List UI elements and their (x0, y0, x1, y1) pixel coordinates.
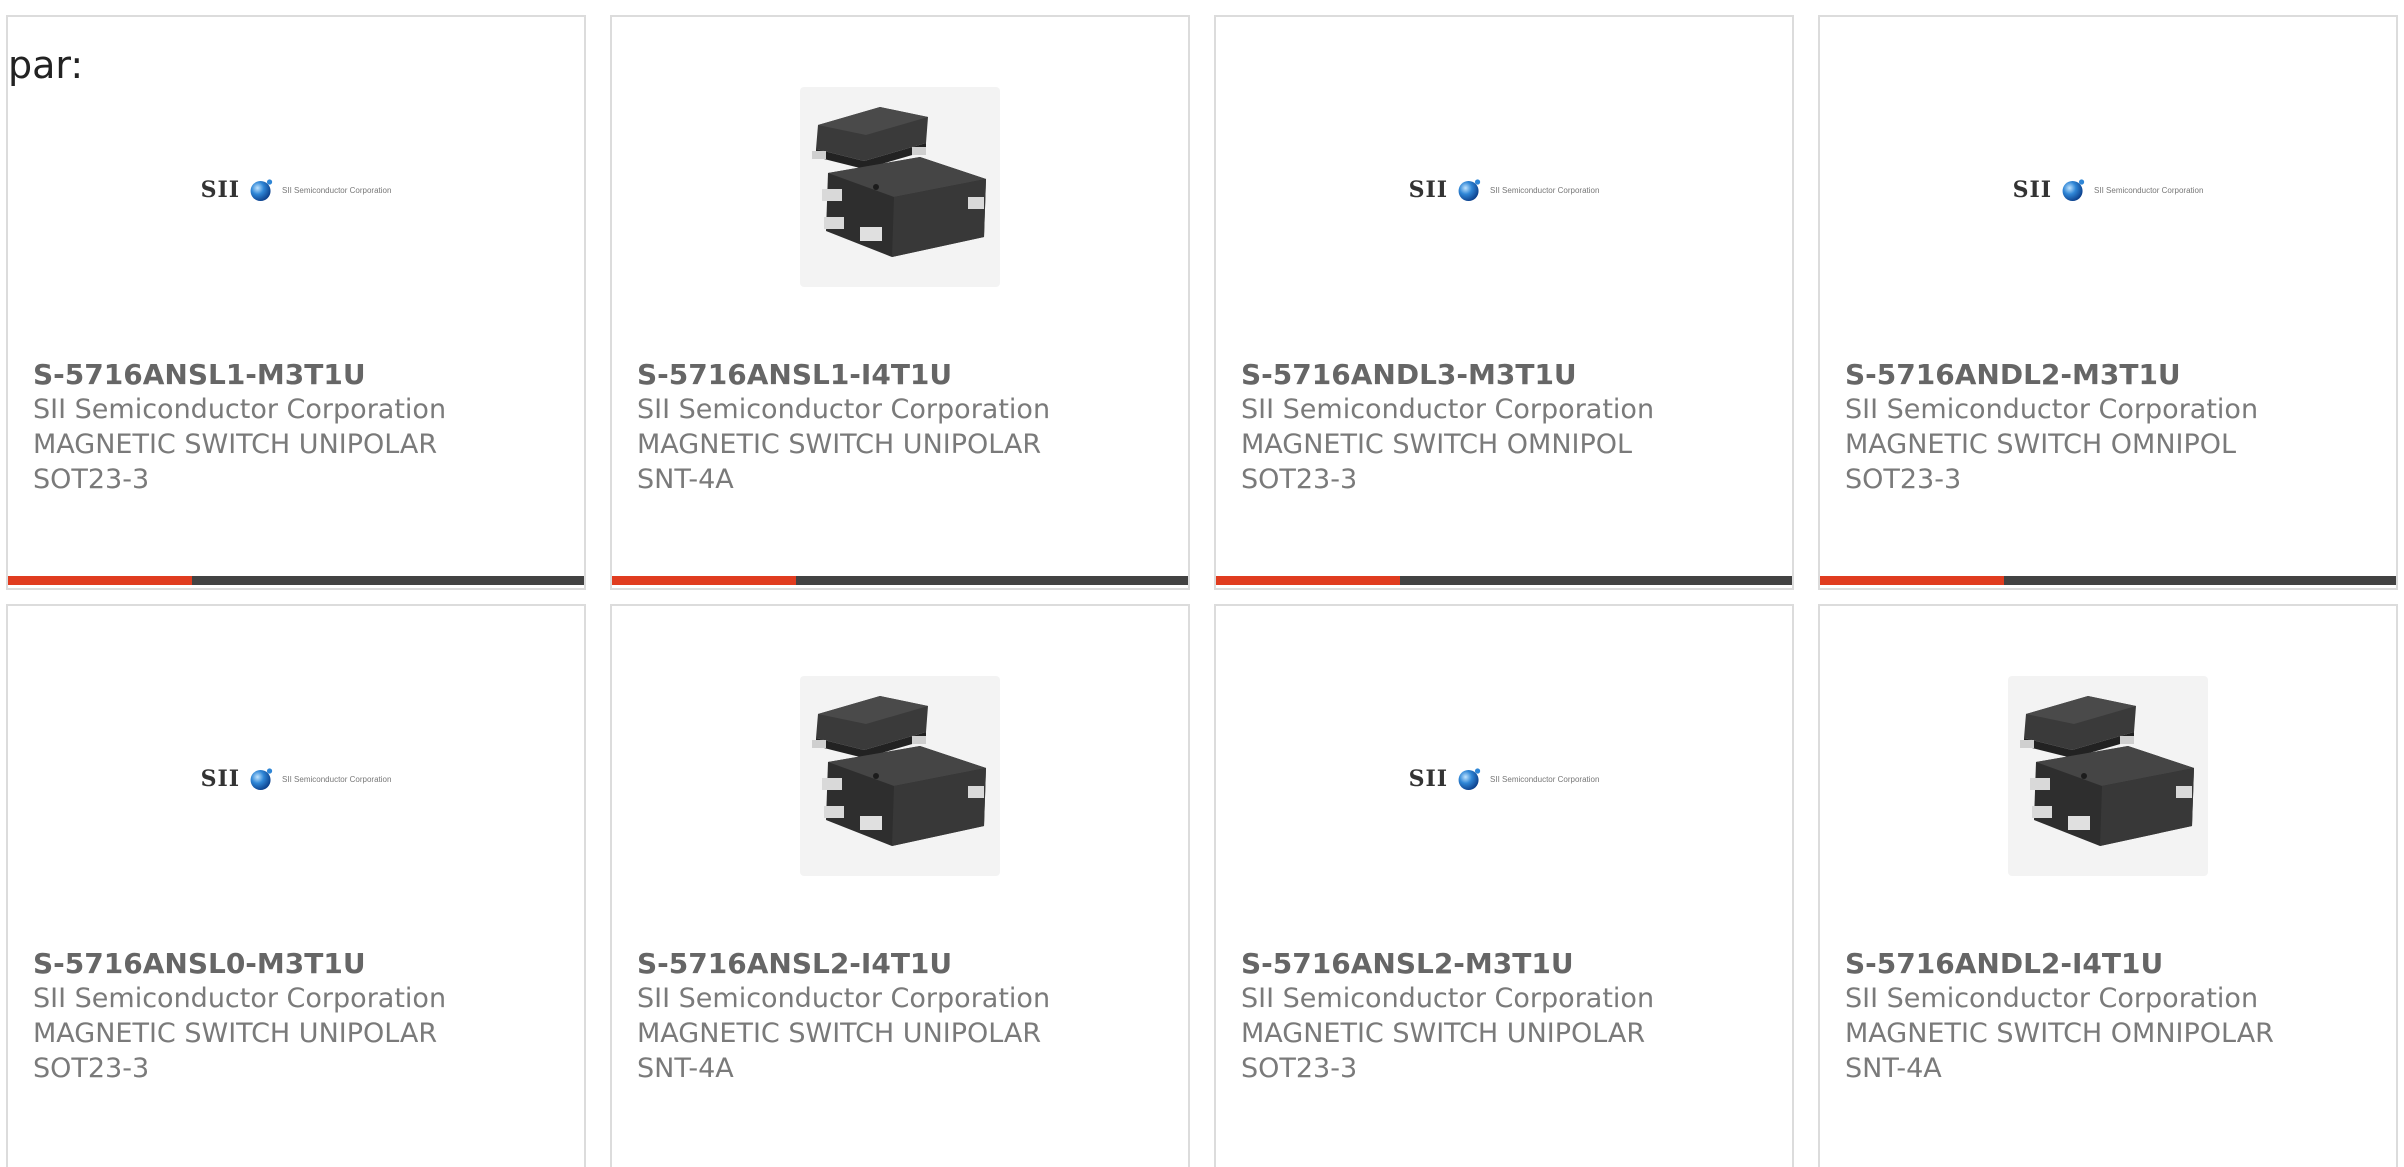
sii-logo: SII SII Semiconductor Corporation (1409, 766, 1600, 792)
manufacturer-name: SII Semiconductor Corporation (637, 983, 1051, 1014)
globe-icon (2063, 179, 2085, 201)
product-details: S-5716ANSL1-I4T1U SII Semiconductor Corpo… (637, 357, 1168, 497)
package-type: SOT23-3 (1241, 1053, 1358, 1084)
progress-bar (8, 576, 584, 585)
sii-logo: SII SII Semiconductor Corporation (2013, 177, 2204, 203)
sii-logo-corporation: SII Semiconductor Corporation (282, 774, 392, 784)
chip-photo (800, 676, 1000, 876)
package-type: SOT23-3 (33, 1053, 150, 1084)
progress-bar-fill (1820, 576, 2005, 585)
sii-logo-corporation: SII Semiconductor Corporation (282, 185, 392, 195)
product-description: MAGNETIC SWITCH UNIPOLAR (33, 429, 438, 460)
product-card[interactable]: SII SII Semiconductor Corporation S-5716… (1214, 604, 1794, 1167)
part-number[interactable]: S-5716ANDL3-M3T1U (1241, 357, 1772, 392)
chip-package-image (812, 696, 986, 846)
part-number[interactable]: S-5716ANDL2-M3T1U (1845, 357, 2376, 392)
progress-bar-fill (1216, 576, 1401, 585)
product-details: S-5716ANSL1-M3T1U SII Semiconductor Corpo… (33, 357, 564, 497)
product-details: S-5716ANSL0-M3T1U SII Semiconductor Corpo… (33, 946, 564, 1086)
manufacturer-name: SII Semiconductor Corporation (33, 394, 447, 425)
chip-package-image (2020, 696, 2194, 846)
package-type: SNT-4A (1845, 1053, 1942, 1084)
product-image-area[interactable]: SII SII Semiconductor Corporation (1216, 17, 1792, 347)
sii-logo-wordmark: SII (1408, 766, 1449, 792)
product-image-area[interactable]: SII SII Semiconductor Corporation (8, 17, 584, 347)
product-card[interactable]: SII SII Semiconductor Corporation S-5716… (6, 15, 586, 590)
product-image-area[interactable] (612, 606, 1188, 936)
product-description: MAGNETIC SWITCH OMNIPOLAR (1845, 1018, 2274, 1049)
globe-icon (251, 768, 273, 790)
sii-logo-wordmark: SII (2012, 177, 2053, 203)
product-image-area[interactable]: SII SII Semiconductor Corporation (1820, 17, 2396, 347)
product-description: MAGNETIC SWITCH UNIPOLAR (637, 429, 1042, 460)
manufacturer-name: SII Semiconductor Corporation (1241, 394, 1655, 425)
manufacturer-name: SII Semiconductor Corporation (33, 983, 447, 1014)
progress-bar-fill (612, 576, 797, 585)
part-number[interactable]: S-5716ANSL1-M3T1U (33, 357, 564, 392)
product-image-area[interactable] (1820, 606, 2396, 936)
product-description: MAGNETIC SWITCH OMNIPOL (1845, 429, 2237, 460)
product-details: S-5716ANSL2-I4T1U SII Semiconductor Corpo… (637, 946, 1168, 1086)
sii-logo-corporation: SII Semiconductor Corporation (1490, 185, 1600, 195)
product-description: MAGNETIC SWITCH UNIPOLAR (33, 1018, 438, 1049)
progress-bar (1820, 576, 2396, 585)
manufacturer-name: SII Semiconductor Corporation (637, 394, 1051, 425)
package-type: SOT23-3 (1241, 464, 1358, 495)
product-description: MAGNETIC SWITCH OMNIPOL (1241, 429, 1633, 460)
globe-icon (251, 179, 273, 201)
product-details: S-5716ANDL3-M3T1U SII Semiconductor Corpo… (1241, 357, 1772, 497)
product-details: S-5716ANDL2-I4T1U SII Semiconductor Corpo… (1845, 946, 2376, 1086)
progress-bar (612, 576, 1188, 585)
package-type: SOT23-3 (1845, 464, 1962, 495)
product-page: par: SII SII Semiconductor Corporation S… (0, 0, 2404, 1167)
package-type: SNT-4A (637, 1053, 734, 1084)
manufacturer-name: SII Semiconductor Corporation (1845, 983, 2259, 1014)
sii-logo-wordmark: SII (200, 766, 241, 792)
globe-icon (1459, 179, 1481, 201)
product-card[interactable]: S-5716ANSL2-I4T1U SII Semiconductor Corpo… (610, 604, 1190, 1167)
progress-bar (1216, 576, 1792, 585)
part-number[interactable]: S-5716ANDL2-I4T1U (1845, 946, 2376, 981)
sii-logo: SII SII Semiconductor Corporation (201, 766, 392, 792)
product-card[interactable]: SII SII Semiconductor Corporation S-5716… (1818, 15, 2398, 590)
product-image-area[interactable]: SII SII Semiconductor Corporation (8, 606, 584, 936)
part-number[interactable]: S-5716ANSL1-I4T1U (637, 357, 1168, 392)
chip-photo (800, 87, 1000, 287)
sii-logo-wordmark: SII (200, 177, 241, 203)
product-card[interactable]: SII SII Semiconductor Corporation S-5716… (6, 604, 586, 1167)
globe-icon (1459, 768, 1481, 790)
product-card[interactable]: S-5716ANDL2-I4T1U SII Semiconductor Corpo… (1818, 604, 2398, 1167)
sii-logo-corporation: SII Semiconductor Corporation (2094, 185, 2204, 195)
part-number[interactable]: S-5716ANSL0-M3T1U (33, 946, 564, 981)
package-type: SNT-4A (637, 464, 734, 495)
sii-logo-wordmark: SII (1408, 177, 1449, 203)
product-card[interactable]: SII SII Semiconductor Corporation S-5716… (1214, 15, 1794, 590)
product-grid: SII SII Semiconductor Corporation S-5716… (6, 15, 2398, 1167)
part-number[interactable]: S-5716ANSL2-I4T1U (637, 946, 1168, 981)
package-type: SOT23-3 (33, 464, 150, 495)
manufacturer-name: SII Semiconductor Corporation (1845, 394, 2259, 425)
progress-bar-fill (8, 576, 193, 585)
product-details: S-5716ANSL2-M3T1U SII Semiconductor Corpo… (1241, 946, 1772, 1086)
product-description: MAGNETIC SWITCH UNIPOLAR (637, 1018, 1042, 1049)
manufacturer-name: SII Semiconductor Corporation (1241, 983, 1655, 1014)
part-number[interactable]: S-5716ANSL2-M3T1U (1241, 946, 1772, 981)
product-image-area[interactable] (612, 17, 1188, 347)
intro-text: par: (8, 43, 84, 87)
product-description: MAGNETIC SWITCH UNIPOLAR (1241, 1018, 1646, 1049)
sii-logo: SII SII Semiconductor Corporation (201, 177, 392, 203)
sii-logo: SII SII Semiconductor Corporation (1409, 177, 1600, 203)
chip-package-image (812, 107, 986, 257)
chip-photo (2008, 676, 2208, 876)
product-image-area[interactable]: SII SII Semiconductor Corporation (1216, 606, 1792, 936)
product-details: S-5716ANDL2-M3T1U SII Semiconductor Corpo… (1845, 357, 2376, 497)
sii-logo-corporation: SII Semiconductor Corporation (1490, 774, 1600, 784)
product-card[interactable]: S-5716ANSL1-I4T1U SII Semiconductor Corpo… (610, 15, 1190, 590)
